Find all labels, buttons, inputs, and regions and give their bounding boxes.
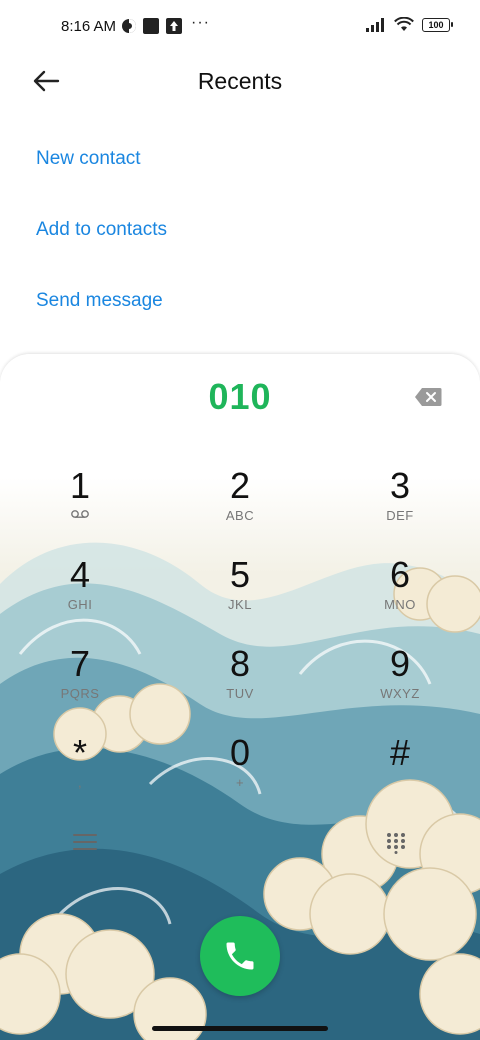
key-hash[interactable]: # (340, 733, 460, 813)
key-digit: 9 (389, 643, 411, 684)
key-digit: 1 (69, 465, 91, 506)
key-letters: PQRS (60, 686, 100, 701)
key-4[interactable]: 4 GHI (20, 555, 140, 635)
key-9[interactable]: 9 WXYZ (340, 644, 460, 724)
status-bar: 8:16 AM ··· 100 (0, 0, 480, 56)
add-to-contacts-link[interactable]: Add to contacts (36, 219, 167, 241)
key-digit: 7 (69, 643, 91, 684)
backspace-icon[interactable] (414, 387, 442, 407)
key-8[interactable]: 8 TUV (180, 644, 300, 724)
status-time: 8:16 AM (61, 18, 117, 35)
key-5[interactable]: 5 JKL (180, 555, 300, 635)
key-7[interactable]: 7 PQRS (20, 644, 140, 724)
key-letters: , (77, 775, 83, 790)
key-digit: 6 (389, 554, 411, 595)
key-letters: MNO (384, 597, 416, 612)
key-digit: 8 (229, 643, 251, 684)
key-letters: + (235, 775, 245, 790)
key-star[interactable]: * , (20, 733, 140, 813)
more-notifications-icon: ··· (191, 14, 210, 31)
key-1[interactable]: 1 (20, 466, 140, 546)
key-digit: 2 (229, 465, 251, 506)
key-letters: WXYZ (380, 686, 420, 701)
menu-icon[interactable] (72, 832, 98, 852)
key-6[interactable]: 6 MNO (340, 555, 460, 635)
dialed-number: 010 (208, 376, 272, 417)
key-3[interactable]: 3 DEF (340, 466, 460, 546)
page-title: Recents (197, 68, 283, 94)
key-digit: # (389, 732, 411, 773)
key-letters: GHI (67, 597, 93, 612)
battery-icon: 100 (422, 17, 453, 32)
key-digit: * (72, 732, 87, 773)
key-2[interactable]: 2 ABC (180, 466, 300, 546)
square-notification-icon (143, 18, 159, 34)
header: Recents (0, 56, 480, 108)
key-letters: DEF (386, 508, 414, 523)
voicemail-icon (71, 510, 89, 518)
keypad-grid-icon[interactable] (386, 832, 406, 854)
key-digit: 4 (69, 554, 91, 595)
dialer-panel: 010 1 2 ABC 3 DEF 4 GHI 5 JKL 6 MNO 7 PQ… (0, 354, 480, 1040)
phone-icon (226, 942, 254, 970)
vpn-icon (122, 19, 136, 33)
key-digit: 3 (389, 465, 411, 506)
key-0[interactable]: 0 + (180, 733, 300, 813)
key-letters: TUV (226, 686, 254, 701)
key-letters: JKL (228, 597, 252, 612)
wifi-icon (394, 17, 414, 31)
send-message-link[interactable]: Send message (36, 290, 163, 312)
key-digit: 5 (229, 554, 251, 595)
signal-icon (366, 17, 384, 32)
call-button[interactable] (200, 916, 280, 996)
key-letters: ABC (225, 508, 255, 523)
home-indicator[interactable] (152, 1026, 328, 1031)
key-digit: 0 (229, 732, 251, 773)
upload-notification-icon (166, 18, 182, 34)
new-contact-link[interactable]: New contact (36, 148, 141, 170)
